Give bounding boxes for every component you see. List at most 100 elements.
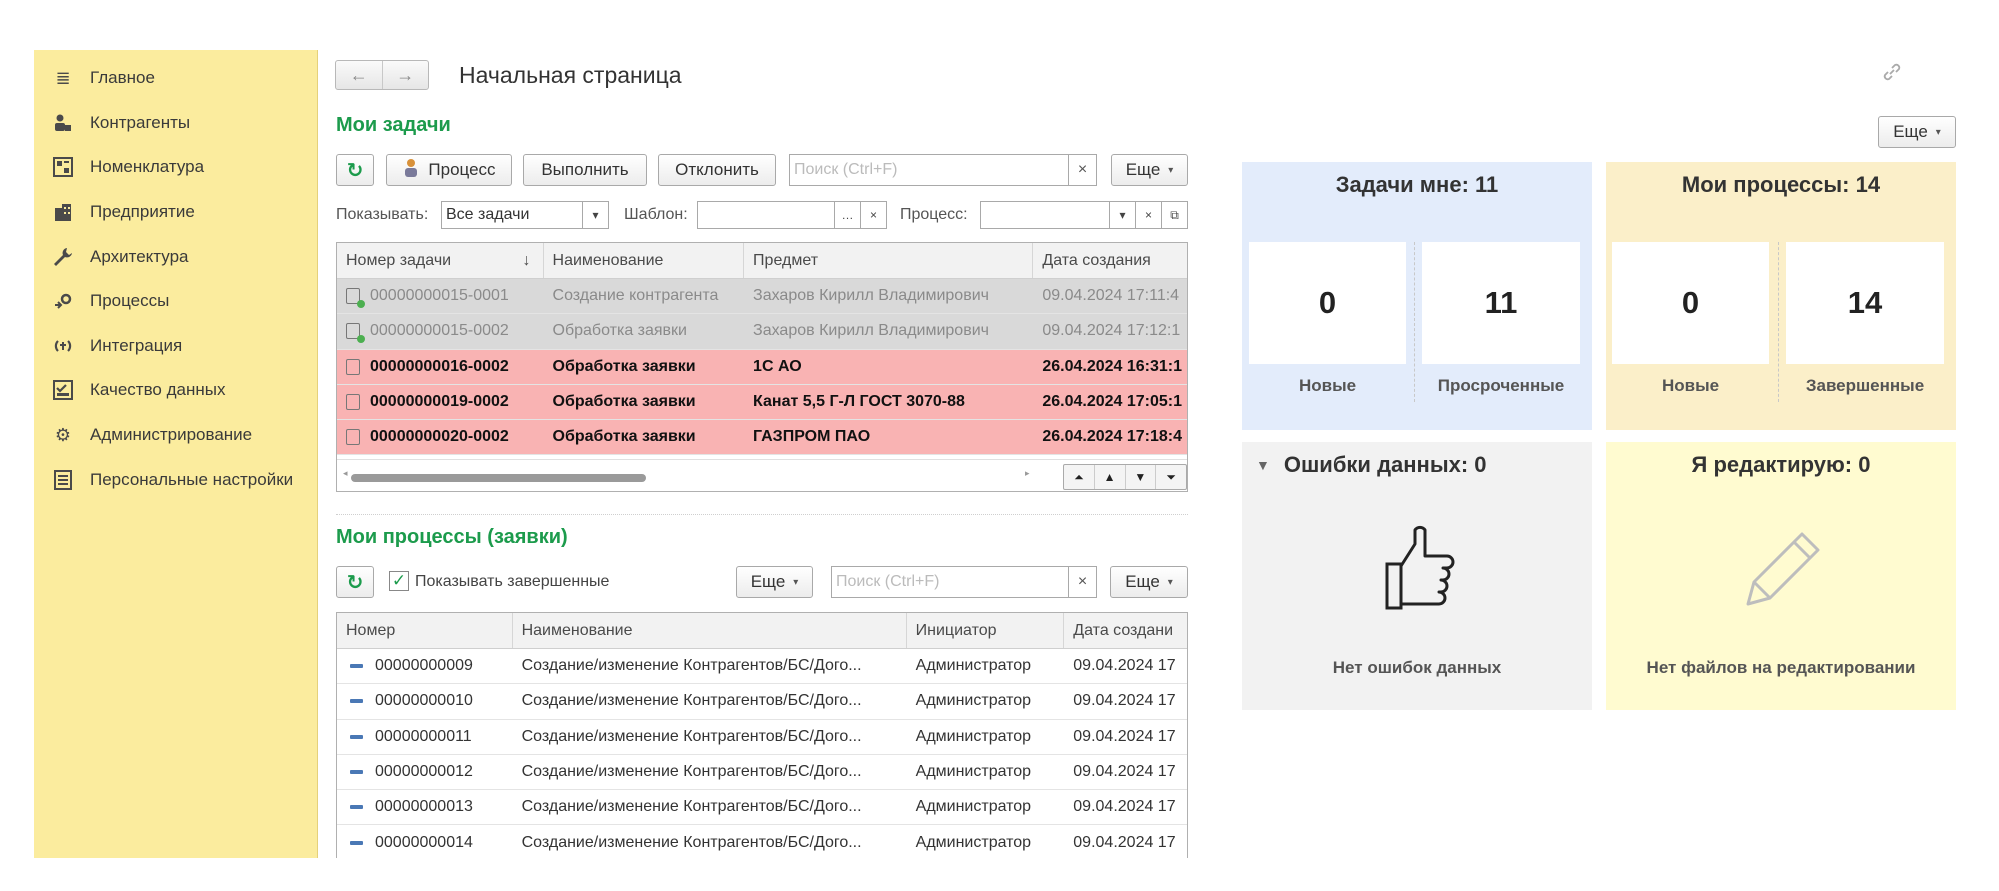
cell-number: 00000000015-0001 bbox=[337, 279, 544, 313]
cell-number: 00000000012 bbox=[337, 755, 513, 789]
tasks-execute-button[interactable]: Выполнить bbox=[523, 154, 647, 186]
column-header-name[interactable]: Наименование bbox=[544, 243, 745, 278]
tasks-refresh-button[interactable]: ↻ bbox=[336, 154, 374, 186]
cell-name: Обработка заявки bbox=[544, 385, 745, 419]
horizontal-scrollbar[interactable]: ◂ ▸ ⏶ ▲ ▼ ⏷ bbox=[337, 459, 1187, 491]
sidebar-item-integration[interactable]: Интеграция bbox=[34, 324, 317, 369]
sidebar-item-enterprise[interactable]: Предприятие bbox=[34, 190, 317, 235]
overdue-tasks-label: Просроченные bbox=[1437, 376, 1565, 395]
sidebar-item-data-quality[interactable]: Качество данных bbox=[34, 368, 317, 413]
cell-text: 00000000015-0001 bbox=[370, 287, 509, 305]
clear-field-icon[interactable]: × bbox=[1135, 202, 1161, 228]
scroll-right-icon[interactable]: ▸ bbox=[1025, 468, 1030, 479]
first-row-icon[interactable]: ⏶ bbox=[1064, 465, 1095, 489]
my-processes-panel[interactable]: Мои процессы: 14 0 14 Новые Завершенные bbox=[1606, 162, 1956, 430]
data-errors-panel[interactable]: ▼ Ошибки данных: 0 Нет ошибок данных bbox=[1242, 442, 1592, 710]
show-completed-checkbox[interactable]: ✓ bbox=[389, 571, 409, 591]
dropdown-arrow-icon[interactable]: ▾ bbox=[1109, 202, 1135, 228]
cell-name: Обработка заявки bbox=[544, 420, 745, 454]
cell-text: 09.04.2024 17:11:4 bbox=[1042, 287, 1180, 305]
panel-title-row[interactable]: ▼ Ошибки данных: 0 bbox=[1256, 452, 1487, 478]
forward-arrow-icon[interactable]: → bbox=[383, 61, 429, 89]
processes-search-input[interactable]: Поиск (Ctrl+F) × bbox=[831, 566, 1097, 598]
tasks-reject-button[interactable]: Отклонить bbox=[658, 154, 776, 186]
processes-refresh-button[interactable]: ↻ bbox=[336, 566, 374, 598]
cell-number: 00000000013 bbox=[337, 790, 513, 824]
show-completed-label[interactable]: Показывать завершенные bbox=[415, 568, 609, 596]
more-label: Еще bbox=[1893, 122, 1928, 141]
cell-name: Создание/изменение Контрагентов/БС/Дого.… bbox=[513, 684, 907, 718]
caret-down-icon: ▾ bbox=[1167, 576, 1173, 588]
cell-text: Создание/изменение Контрагентов/БС/Дого.… bbox=[521, 833, 862, 851]
prev-row-icon[interactable]: ▲ bbox=[1095, 465, 1126, 489]
sidebar-item-counterparties[interactable]: Контрагенты bbox=[34, 101, 317, 146]
column-header-date[interactable]: Дата создания bbox=[1033, 243, 1187, 278]
clear-search-icon[interactable]: × bbox=[1068, 567, 1096, 597]
table-row[interactable]: 00000000014 Создание/изменение Контрагент… bbox=[337, 825, 1187, 858]
editing-panel[interactable]: Я редактирую: 0 Нет файлов на редактиров… bbox=[1606, 442, 1956, 710]
column-header-number[interactable]: Номер задачи ↓ bbox=[337, 243, 544, 278]
scrollbar-thumb[interactable] bbox=[351, 474, 646, 482]
tasks-to-me-panel[interactable]: Задачи мне: 11 0 11 Новые Просроченные bbox=[1242, 162, 1592, 430]
collapse-triangle-icon[interactable]: ▼ bbox=[1256, 457, 1270, 473]
sidebar-item-administration[interactable]: ⚙ Администрирование bbox=[34, 413, 317, 458]
cell-text: Обработка заявки bbox=[552, 393, 696, 411]
table-row[interactable]: 00000000015-0001 Создание контрагента Заха… bbox=[337, 279, 1187, 315]
cell-subject: ГАЗПРОМ ПАО bbox=[744, 420, 1033, 454]
dropdown-arrow-icon[interactable]: ▾ bbox=[582, 202, 608, 228]
table-row[interactable]: 00000000010 Создание/изменение Контрагент… bbox=[337, 684, 1187, 720]
processes-section-title[interactable]: Мои процессы (заявки) bbox=[336, 526, 568, 549]
right-more-button[interactable]: Еще ▾ bbox=[1878, 116, 1956, 148]
column-header-number[interactable]: Номер bbox=[337, 613, 513, 648]
cell-date: 09.04.2024 17 bbox=[1064, 720, 1187, 754]
table-row[interactable]: 00000000015-0002 Обработка заявки Захаров … bbox=[337, 314, 1187, 350]
sidebar-item-main[interactable]: ≣ Главное bbox=[34, 56, 317, 101]
new-tasks-count[interactable]: 0 bbox=[1249, 242, 1406, 364]
cell-text: Создание/изменение Контрагентов/БС/Дого.… bbox=[521, 763, 862, 781]
table-row[interactable]: 00000000011 Создание/изменение Контрагент… bbox=[337, 719, 1187, 755]
scroll-left-icon[interactable]: ◂ bbox=[343, 468, 348, 479]
column-header-subject[interactable]: Предмет bbox=[744, 243, 1034, 278]
cell-date: 09.04.2024 17:12:1 bbox=[1033, 314, 1187, 348]
select-ellipsis-icon[interactable]: … bbox=[834, 202, 860, 228]
tasks-search-input[interactable]: Поиск (Ctrl+F) × bbox=[789, 154, 1097, 186]
tasks-more-button[interactable]: Еще ▾ bbox=[1111, 154, 1188, 186]
table-row[interactable]: 00000000020-0002 Обработка заявки ГАЗПРОМ … bbox=[337, 420, 1187, 456]
panel-title: Мои процессы: 14 bbox=[1681, 172, 1881, 197]
sidebar-item-architecture[interactable]: Архитектура bbox=[34, 234, 317, 279]
process-filter-field[interactable]: ▾ × ⧉ bbox=[980, 201, 1188, 229]
clear-field-icon[interactable]: × bbox=[860, 202, 886, 228]
table-row[interactable]: 00000000009 Создание/изменение Контрагент… bbox=[337, 649, 1187, 685]
clear-search-icon[interactable]: × bbox=[1068, 155, 1096, 185]
processes-more-button[interactable]: Еще ▾ bbox=[736, 566, 813, 598]
link-icon[interactable] bbox=[1880, 60, 1904, 90]
cell-text: Создание/изменение Контрагентов/БС/Дого.… bbox=[521, 798, 862, 816]
quality-icon bbox=[52, 379, 74, 401]
column-header-name[interactable]: Наименование bbox=[513, 613, 907, 648]
cell-text: 26.04.2024 17:05:1 bbox=[1042, 393, 1183, 411]
table-row[interactable]: 00000000016-0002 Обработка заявки 1С АО 26.… bbox=[337, 349, 1187, 385]
new-processes-count[interactable]: 0 bbox=[1612, 242, 1769, 364]
processes-more-button-2[interactable]: Еще ▾ bbox=[1110, 566, 1188, 598]
last-row-icon[interactable]: ⏷ bbox=[1156, 465, 1186, 489]
next-row-icon[interactable]: ▼ bbox=[1126, 465, 1157, 489]
cell-text: 09.04.2024 17:12:1 bbox=[1042, 322, 1181, 340]
completed-processes-count[interactable]: 14 bbox=[1786, 242, 1944, 364]
sidebar-item-personal-settings[interactable]: Персональные настройки bbox=[34, 457, 317, 502]
template-filter-field[interactable]: … × bbox=[697, 201, 887, 229]
table-row[interactable]: 00000000019-0002 Обработка заявки Канат 5,… bbox=[337, 384, 1187, 421]
table-row[interactable]: 00000000013 Создание/изменение Контрагент… bbox=[337, 790, 1187, 826]
cell-number: 00000000016-0002 bbox=[337, 350, 544, 384]
table-row[interactable]: 00000000012 Создание/изменение Контрагент… bbox=[337, 754, 1187, 791]
column-header-date[interactable]: Дата создани bbox=[1064, 613, 1187, 648]
column-header-initiator[interactable]: Инициатор bbox=[907, 613, 1065, 648]
tasks-process-button[interactable]: Процесс bbox=[386, 154, 512, 186]
tasks-section-title[interactable]: Мои задачи bbox=[336, 114, 451, 137]
show-filter-select[interactable]: Все задачи ▾ bbox=[441, 201, 609, 229]
cell-text: Создание/изменение Контрагентов/БС/Дого.… bbox=[521, 692, 862, 710]
back-arrow-icon[interactable]: ← bbox=[336, 61, 383, 89]
sidebar-item-processes[interactable]: Процессы bbox=[34, 279, 317, 324]
open-window-icon[interactable]: ⧉ bbox=[1161, 202, 1187, 228]
overdue-tasks-count[interactable]: 11 bbox=[1422, 242, 1580, 364]
sidebar-item-nomenclature[interactable]: Номенклатура bbox=[34, 145, 317, 190]
